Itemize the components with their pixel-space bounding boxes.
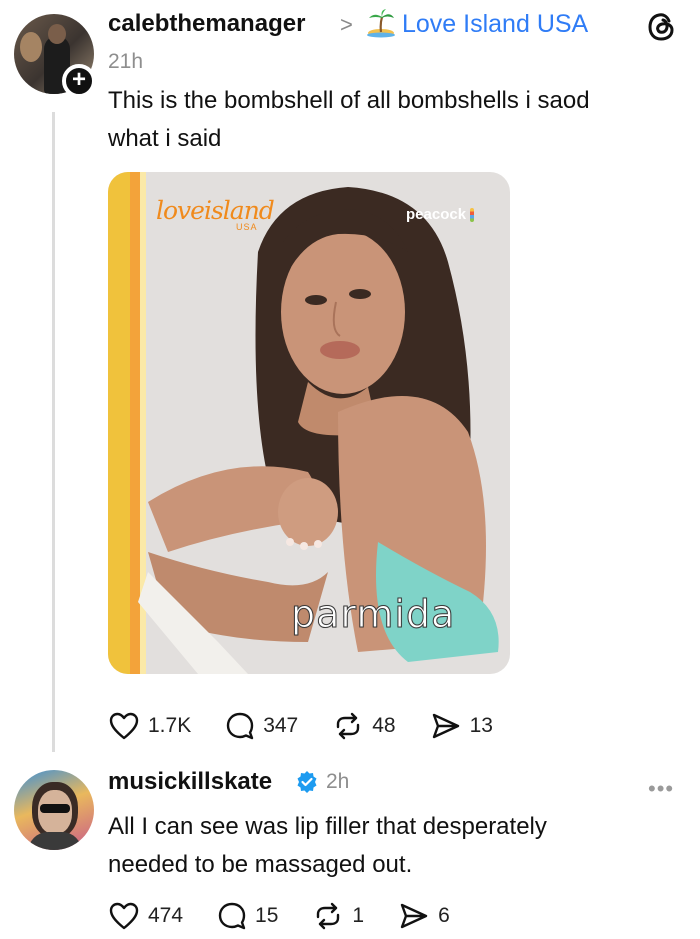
- send-icon: [432, 713, 459, 739]
- share-count: 13: [469, 714, 493, 737]
- repost-button[interactable]: 1: [312, 901, 364, 931]
- follow-button[interactable]: +: [62, 64, 96, 98]
- reply-button[interactable]: 15: [217, 901, 278, 931]
- share-count: 6: [438, 904, 450, 927]
- contestant-name: parmida: [290, 592, 456, 637]
- reply-count: 15: [255, 904, 279, 927]
- avatar-background: [20, 32, 42, 62]
- reply-text: All I can see was lip filler that desper…: [108, 808, 688, 884]
- reply-text-line: needed to be massaged out.: [108, 851, 413, 878]
- community-link[interactable]: Love Island USA: [402, 10, 588, 39]
- reply-text-line: All I can see was lip filler that desper…: [108, 813, 547, 840]
- comment-bubble-icon: [218, 902, 246, 930]
- love-island-logo: loveisland: [156, 196, 275, 225]
- avatar-sunglasses: [40, 804, 70, 813]
- heart-icon: [109, 902, 139, 930]
- reply-time: 2h: [326, 770, 350, 793]
- post-text: This is the bombshell of all bombshells …: [108, 82, 688, 158]
- threads-logo-icon[interactable]: [645, 10, 679, 44]
- like-button[interactable]: 474: [108, 901, 183, 931]
- send-icon: [400, 903, 428, 929]
- reply-username[interactable]: musickillskate: [108, 768, 272, 796]
- avatar-head: [48, 24, 66, 44]
- comment-bubble-icon: [227, 712, 254, 740]
- post-image[interactable]: loveisland USA peacock parmida: [108, 172, 510, 674]
- post-time: 21h: [108, 50, 144, 73]
- repost-count: 1: [352, 904, 365, 927]
- post-actions: 1.7K 347 48 13: [108, 706, 527, 746]
- reply-count: 347: [263, 714, 299, 737]
- post-text-line: This is the bombshell of all bombshells …: [108, 87, 590, 114]
- like-count: 474: [148, 904, 184, 927]
- share-button[interactable]: 13: [430, 711, 493, 741]
- reply-actions: 474 15 1 6: [108, 896, 484, 936]
- thread-line: [52, 112, 55, 752]
- author-username[interactable]: calebthemanager: [108, 10, 305, 38]
- like-button[interactable]: 1.7K: [108, 711, 191, 741]
- verified-badge-icon: [297, 771, 317, 793]
- breadcrumb-separator: >: [340, 12, 353, 37]
- peacock-logo: peacock: [406, 206, 467, 223]
- repost-count: 48: [372, 714, 396, 737]
- palm-island-icon: [367, 9, 395, 38]
- like-count: 1.7K: [148, 714, 192, 737]
- avatar-body: [28, 832, 82, 850]
- share-button[interactable]: 6: [398, 901, 450, 931]
- post-text-line: what i said: [108, 125, 222, 152]
- heart-icon: [109, 712, 139, 740]
- love-island-logo-sub: USA: [236, 222, 258, 232]
- reply-author-avatar[interactable]: [14, 770, 94, 850]
- reply-button[interactable]: 347: [225, 711, 298, 741]
- more-options-button[interactable]: •••: [648, 776, 674, 802]
- peacock-dots-icon: [470, 208, 474, 222]
- repost-arrows-icon: [337, 712, 360, 740]
- repost-button[interactable]: 48: [332, 711, 396, 741]
- repost-arrows-icon: [317, 902, 340, 930]
